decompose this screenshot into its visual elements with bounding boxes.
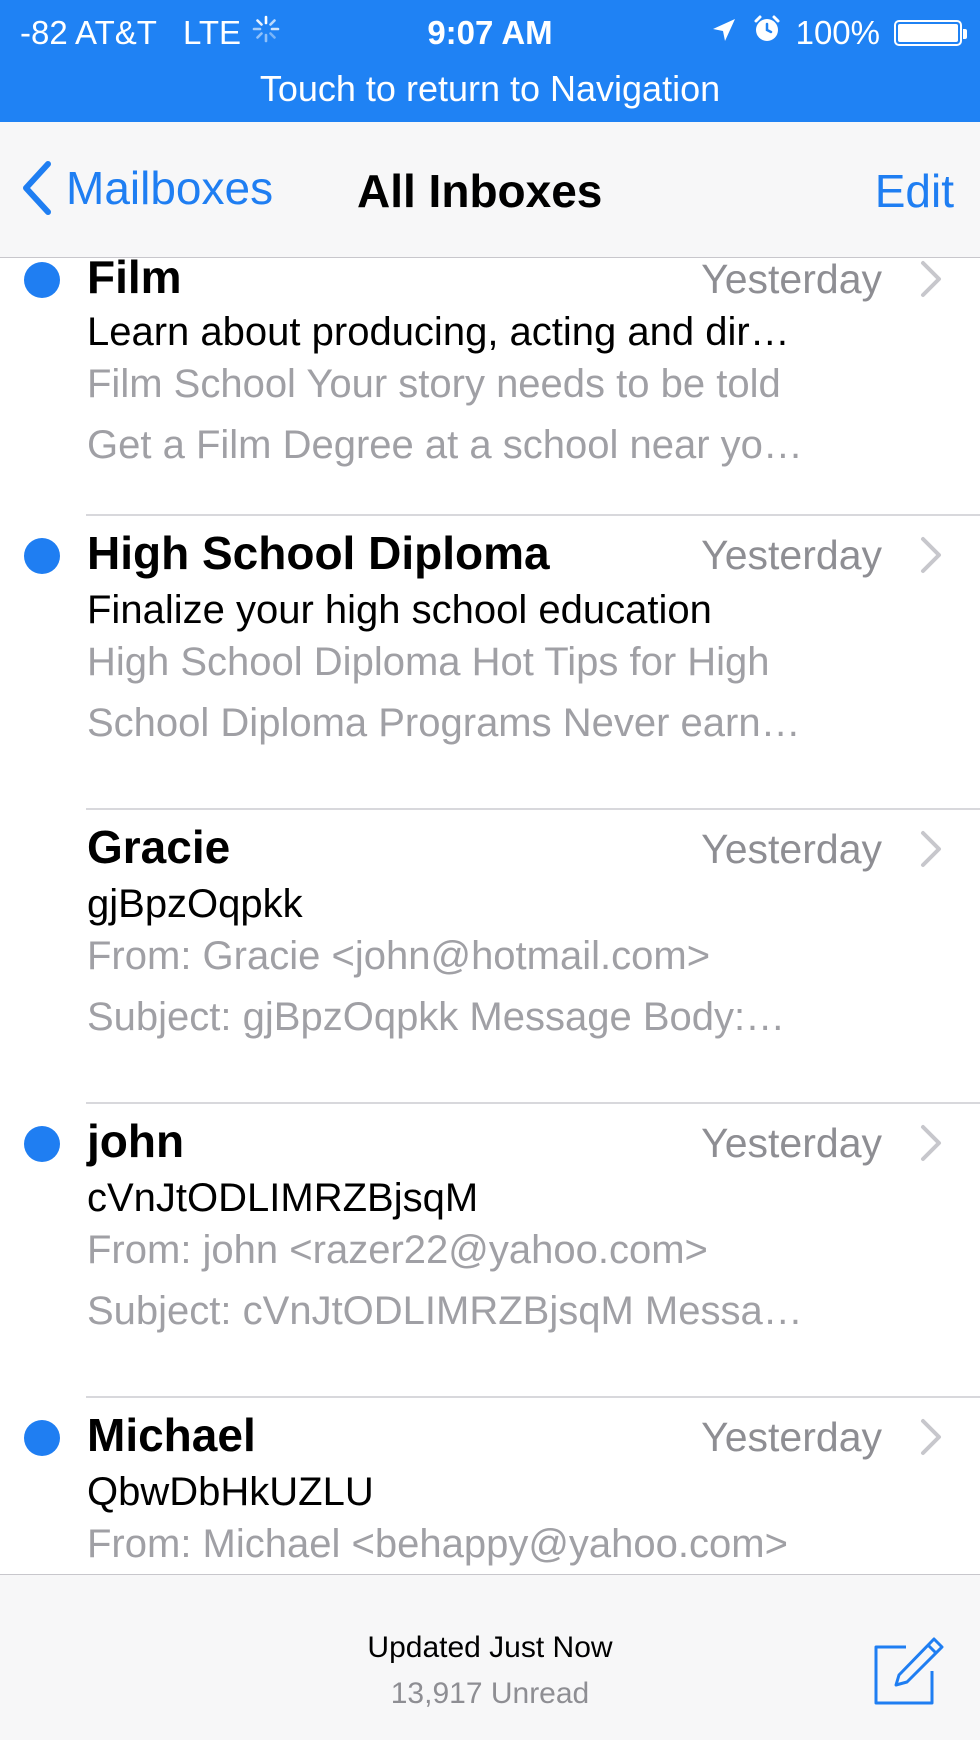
chevron-left-icon	[23, 161, 51, 215]
message-preview-line: From: Michael <behappy@yahoo.com>	[87, 1522, 788, 1566]
message-subject: cVnJtODLIMRZBjsqM	[87, 1176, 479, 1220]
message-preview-line: High School Diploma Hot Tips for High	[87, 640, 770, 684]
message-date: Yesterday	[701, 826, 882, 872]
chevron-right-icon	[921, 261, 941, 297]
message-sender: High School Diploma	[87, 527, 550, 579]
message-preview-line: Film School Your story needs to be told	[87, 362, 781, 406]
message-preview: From: john <razer22@yahoo.com> Subject: …	[87, 1220, 927, 1342]
unread-dot	[24, 1420, 60, 1456]
message-preview-line: From: john <razer22@yahoo.com>	[87, 1228, 708, 1272]
message-preview-line: Get a Film Degree at a school near yo…	[87, 423, 803, 467]
message-row-gracie[interactable]: Gracie Yesterday gjBpzOqpkk From: Gracie…	[0, 810, 980, 1104]
status-bar[interactable]: -82 AT&T LTE 9:07 AM 100% Touch to retur…	[0, 0, 980, 122]
return-to-navigation-banner[interactable]: Touch to return to Navigation	[0, 68, 980, 110]
message-row-john[interactable]: john Yesterday cVnJtODLIMRZBjsqM From: j…	[0, 1104, 980, 1398]
page-title: All Inboxes	[357, 165, 603, 217]
alarm-clock-icon	[752, 14, 782, 52]
message-preview: From: Gracie <john@hotmail.com> Subject:…	[87, 926, 927, 1048]
compose-button[interactable]	[866, 1631, 944, 1714]
message-row-high-school-diploma[interactable]: High School Diploma Yesterday Finalize y…	[0, 516, 980, 810]
message-subject: Learn about producing, acting and dir…	[87, 310, 790, 354]
back-to-mailboxes-button[interactable]: Mailboxes	[22, 160, 273, 216]
chevron-right-icon	[921, 1125, 941, 1161]
message-sender: Film	[87, 258, 182, 303]
battery-percent: 100%	[795, 14, 880, 51]
message-sender: Gracie	[87, 821, 231, 873]
message-date: Yesterday	[701, 1120, 882, 1166]
compose-icon	[874, 1637, 944, 1705]
message-row-film[interactable]: Film Yesterday Learn about producing, ac…	[0, 258, 980, 516]
message-list[interactable]: Film Yesterday Learn about producing, ac…	[0, 258, 980, 1574]
message-preview: Film School Your story needs to be told …	[87, 354, 927, 476]
unread-dot	[24, 1126, 60, 1162]
edit-button[interactable]: Edit	[875, 164, 954, 218]
message-date: Yesterday	[701, 258, 882, 302]
message-sender: john	[87, 1115, 185, 1167]
location-arrow-icon	[710, 14, 738, 52]
chevron-right-icon	[921, 537, 941, 573]
message-row-michael[interactable]: Michael Yesterday QbwDbHkUZLU From: Mich…	[0, 1398, 980, 1574]
message-subject: Finalize your high school education	[87, 588, 712, 632]
unread-count: 13,917 Unread	[390, 1677, 590, 1710]
chevron-right-icon	[921, 1419, 941, 1455]
message-preview-line: Subject: cVnJtODLIMRZBjsqM Messa…	[87, 1289, 803, 1333]
message-preview-line: Subject: gjBpzOqpkk Message Body:…	[87, 995, 786, 1039]
battery-icon	[894, 20, 967, 46]
message-preview: High School Diploma Hot Tips for High Sc…	[87, 632, 927, 754]
navigation-bar: Mailboxes All Inboxes Edit	[0, 122, 980, 258]
message-preview-line: School Diploma Programs Never earn…	[87, 701, 801, 745]
message-subject: gjBpzOqpkk	[87, 882, 303, 926]
message-sender: Michael	[87, 1409, 256, 1461]
updated-status: Updated Just Now	[367, 1631, 613, 1664]
message-date: Yesterday	[701, 532, 882, 578]
back-label: Mailboxes	[66, 162, 274, 214]
unread-dot	[24, 538, 60, 574]
message-subject: QbwDbHkUZLU	[87, 1470, 374, 1514]
chevron-right-icon	[921, 831, 941, 867]
bottom-toolbar: Updated Just Now 13,917 Unread	[0, 1574, 980, 1740]
message-date: Yesterday	[701, 1414, 882, 1460]
unread-dot	[24, 262, 60, 298]
message-preview: From: Michael <behappy@yahoo.com>	[87, 1514, 927, 1574]
message-preview-line: From: Gracie <john@hotmail.com>	[87, 934, 711, 978]
